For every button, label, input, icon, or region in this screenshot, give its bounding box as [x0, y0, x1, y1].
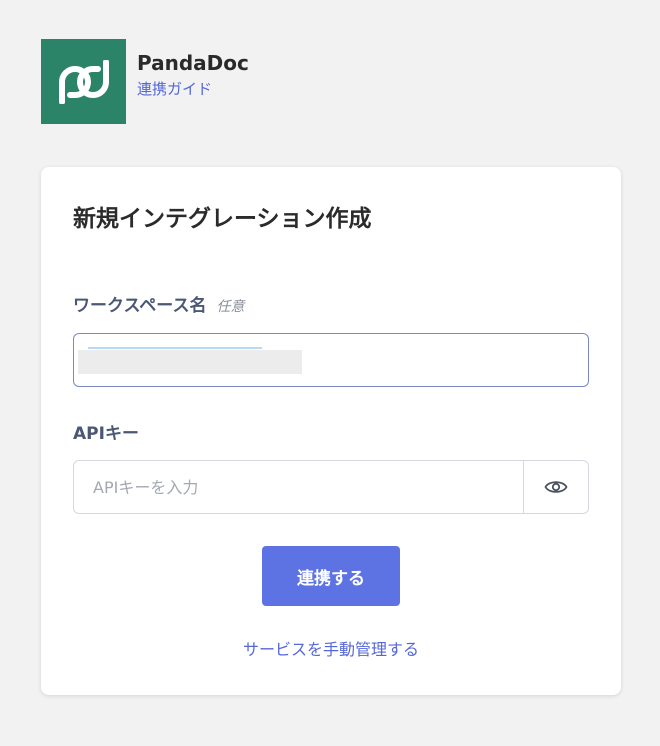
workspace-name-label: ワークスペース名 任意 [73, 295, 244, 318]
integration-guide-link[interactable]: 連携ガイド [137, 78, 249, 100]
workspace-name-value [78, 350, 302, 374]
manage-manually-link[interactable]: サービスを手動管理する [41, 639, 621, 661]
optional-tag: 任意 [216, 299, 245, 315]
api-key-label: APIキー [73, 424, 139, 444]
integration-form-card: 新規インテグレーション作成 ワークスペース名 任意 APIキー 連携する サービス… [41, 167, 621, 695]
eye-icon [544, 481, 568, 493]
workspace-name-input[interactable] [73, 333, 589, 387]
workspace-name-label-text: ワークスペース名 [73, 296, 207, 316]
pandadoc-logo-icon [41, 39, 126, 124]
header: PandaDoc 連携ガイド [41, 39, 249, 124]
page-title: 新規インテグレーション作成 [73, 206, 372, 232]
brand-name: PandaDoc [137, 51, 249, 75]
api-key-input[interactable] [74, 461, 523, 513]
brand: PandaDoc 連携ガイド [137, 51, 249, 100]
api-key-field [73, 460, 589, 514]
connect-button[interactable]: 連携する [262, 546, 400, 606]
text-selection-highlight [88, 347, 262, 349]
show-password-toggle[interactable] [523, 461, 588, 513]
